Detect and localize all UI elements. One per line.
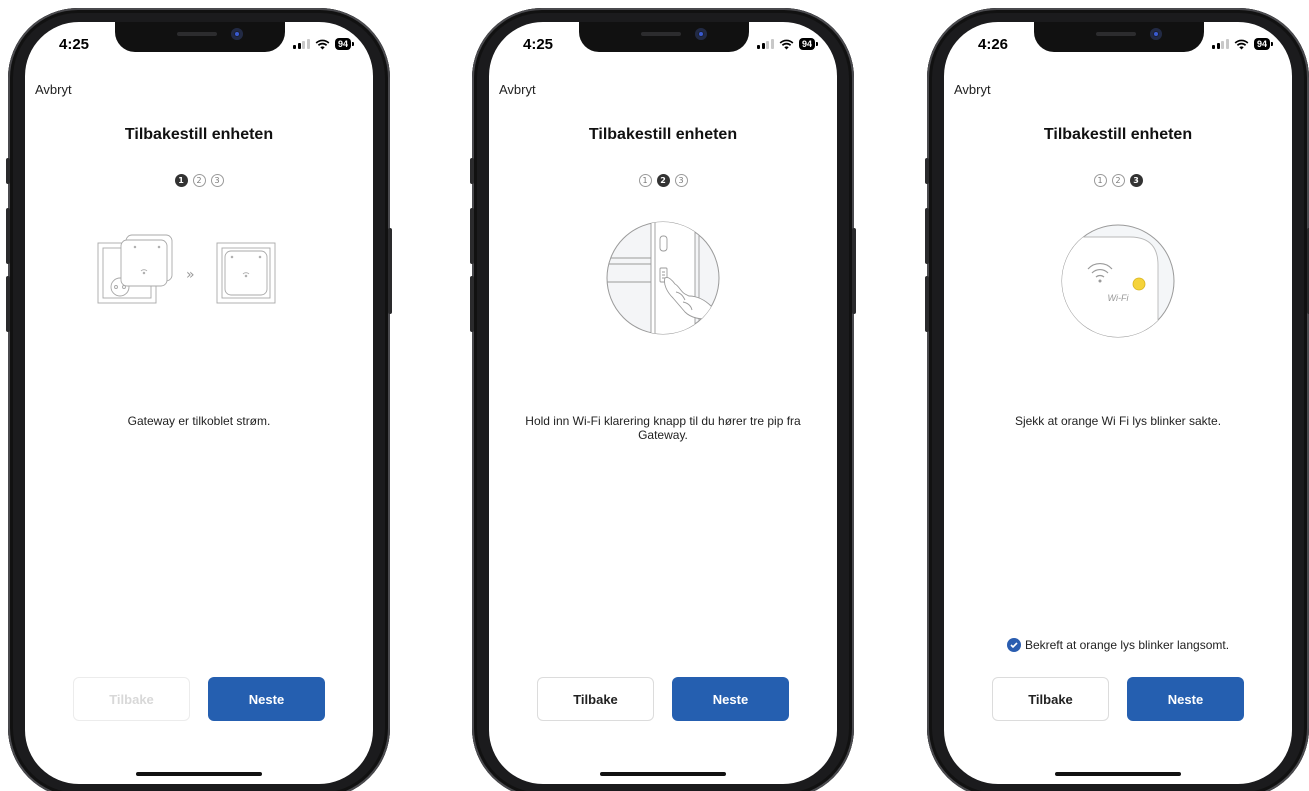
cellular-signal-icon [1212,39,1229,49]
cellular-signal-icon [757,39,774,49]
wifi-led-blinking-illustration [1061,224,1175,338]
volume-up-button [470,208,474,264]
next-button[interactable]: Neste [1127,677,1244,721]
home-indicator[interactable] [136,772,262,776]
gateway-plugged-into-socket-illustration: » [97,234,276,304]
phone-frame-1: 4:25 94 Avbryt Tilbakestill enheten 1 2 … [6,8,392,791]
step-3: 3 [1129,174,1143,187]
mute-switch [6,158,10,184]
svg-text:»: » [186,267,195,283]
volume-down-button [6,276,10,332]
back-button[interactable]: Tilbake [73,677,190,721]
back-button[interactable]: Tilbake [537,677,654,721]
status-icons: 94 [1212,38,1274,50]
step-indicator: 1 2 3 [25,174,373,187]
screen: 4:25 94 Avbryt Tilbakestill enheten 1 2 … [25,22,373,784]
phone-frame-2: 4:25 94 Avbryt Tilbakestill enheten 1 2 … [470,8,856,791]
step-description: Sjekk at orange Wi Fi lys blinker sakte. [1014,414,1222,428]
next-button[interactable]: Neste [208,677,325,721]
wifi-icon [1234,39,1249,49]
cancel-button[interactable]: Avbryt [499,82,536,97]
camera-icon [231,28,243,40]
mute-switch [925,158,929,184]
volume-up-button [6,208,10,264]
page-title: Tilbakestill enheten [124,126,274,143]
step-description: Hold inn Wi-Fi klarering knapp til du hø… [525,414,801,442]
back-button[interactable]: Tilbake [992,677,1109,721]
notch [579,22,749,52]
wifi-label: Wi-Fi [1107,293,1129,303]
volume-up-button [925,208,929,264]
status-time: 4:25 [523,36,554,53]
step-1: 1 [174,174,188,187]
power-button [852,228,856,314]
step-2: 2 [656,174,670,187]
status-time: 4:26 [978,36,1009,53]
screen: 4:25 94 Avbryt Tilbakestill enheten 1 2 … [489,22,837,784]
wifi-icon [315,39,330,49]
notch [1034,22,1204,52]
mute-switch [470,158,474,184]
battery-icon: 94 [334,38,355,50]
screen: 4:26 94 Avbryt Tilbakestill enheten 1 2 … [944,22,1292,784]
home-indicator[interactable] [1055,772,1181,776]
step-2: 2 [1111,174,1125,187]
next-button[interactable]: Neste [672,677,789,721]
status-icons: 94 [293,38,355,50]
step-3: 3 [210,174,224,187]
camera-icon [695,28,707,40]
orange-light-indicator [1132,277,1146,291]
volume-down-button [925,276,929,332]
volume-down-button [470,276,474,332]
step-indicator: 1 2 3 [489,174,837,187]
status-icons: 94 [757,38,819,50]
cancel-button[interactable]: Avbryt [35,82,72,97]
home-indicator[interactable] [600,772,726,776]
confirm-label: Bekreft at orange lys blinker langsomt. [1024,638,1230,652]
finger-pressing-wifi-button-illustration [606,221,720,335]
wifi-icon [779,39,794,49]
step-indicator: 1 2 3 [944,174,1292,187]
camera-icon [1150,28,1162,40]
step-description: Gateway er tilkoblet strøm. [127,414,271,428]
page-title: Tilbakestill enheten [1043,126,1193,143]
battery-icon: 94 [1253,38,1274,50]
power-button [388,228,392,314]
battery-icon: 94 [798,38,819,50]
cancel-button[interactable]: Avbryt [954,82,991,97]
cellular-signal-icon [293,39,310,49]
status-time: 4:25 [59,36,90,53]
phone-frame-3: 4:26 94 Avbryt Tilbakestill enheten 1 2 … [925,8,1309,791]
step-2: 2 [192,174,206,187]
step-1: 1 [638,174,652,187]
checkmark-icon[interactable] [1006,638,1021,652]
confirm-checkbox[interactable]: Bekreft at orange lys blinker langsomt. [944,638,1292,652]
step-1: 1 [1093,174,1107,187]
notch [115,22,285,52]
step-3: 3 [674,174,688,187]
page-title: Tilbakestill enheten [588,126,738,143]
